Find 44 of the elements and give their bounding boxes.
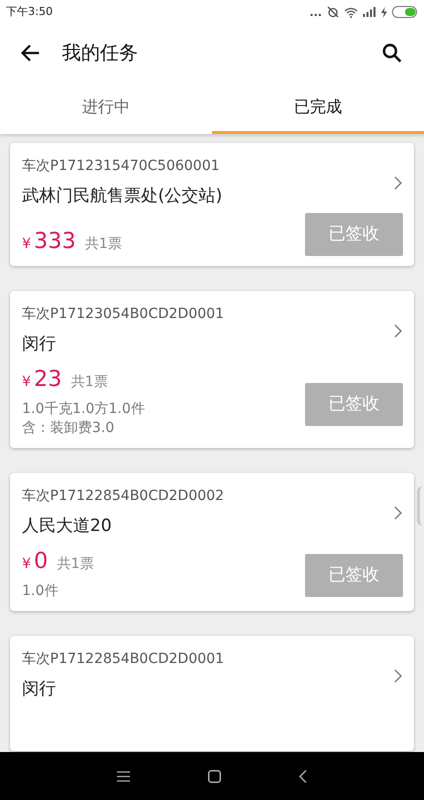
- search-icon[interactable]: [382, 43, 402, 63]
- page-title: 我的任务: [62, 40, 139, 66]
- destination-name: 闵行: [22, 333, 57, 356]
- destination-name: 人民大道20: [22, 515, 113, 538]
- trip-number: 车次P17122854B0CD2D0001: [22, 650, 226, 669]
- currency-symbol: ¥: [22, 555, 31, 574]
- ticket-count: 共1票: [56, 555, 94, 574]
- cargo-detail: 1.0千克1.0方1.0件: [22, 400, 146, 419]
- alarm-off-icon: [327, 6, 339, 18]
- tab[interactable]: 进行中: [0, 82, 212, 134]
- currency-symbol: ¥: [22, 235, 31, 254]
- destination-name: 武林门民航售票处(公交站): [22, 185, 224, 208]
- back-arrow-icon[interactable]: [20, 44, 40, 62]
- ticket-count: 共1票: [70, 373, 108, 392]
- trip-number: 车次P17122854B0CD2D0002: [22, 487, 226, 506]
- menu-icon[interactable]: [117, 770, 130, 782]
- battery-icon: [392, 6, 418, 18]
- signal-icon: [363, 7, 376, 17]
- task-card[interactable]: 车次P17123054B0CD2D0001 闵行 ¥23 共1票 1.0千克1.0方1.0件 含：装卸费3.0 已签收: [10, 291, 414, 448]
- scroll-indicator: [417, 486, 423, 526]
- currency-symbol: ¥: [22, 373, 31, 392]
- status-time: 下午3:50: [6, 4, 53, 20]
- chevron-right-icon: [394, 669, 402, 683]
- tab[interactable]: 已完成: [212, 82, 424, 134]
- charging-icon: [381, 6, 387, 18]
- wifi-icon: [344, 6, 358, 18]
- trip-number: 车次P1712315470C5060001: [22, 157, 221, 176]
- cargo-detail: 含：装卸费3.0: [22, 419, 116, 438]
- ticket-count: 共1票: [84, 235, 122, 254]
- task-card[interactable]: 车次P17122854B0CD2D0001 闵行: [10, 636, 414, 751]
- back-chevron-icon[interactable]: [299, 770, 307, 782]
- price-amount: 333: [34, 228, 76, 256]
- price-amount: 23: [34, 366, 62, 394]
- task-card[interactable]: 车次P17122854B0CD2D0002 人民大道20 ¥0 共1票 1.0件 已签收: [10, 473, 414, 611]
- task-card[interactable]: 车次P1712315470C5060001 武林门民航售票处(公交站) ¥333 共1票 已签收: [10, 143, 414, 266]
- more-indicator: ...: [309, 6, 322, 18]
- price-amount: 0: [34, 548, 48, 576]
- chevron-right-icon: [394, 176, 402, 190]
- cargo-detail: 1.0件: [22, 582, 60, 601]
- trip-number: 车次P17123054B0CD2D0001: [22, 305, 226, 324]
- chevron-right-icon: [394, 506, 402, 520]
- destination-name: 闵行: [22, 678, 57, 701]
- home-square-icon[interactable]: [208, 770, 221, 782]
- chevron-right-icon: [394, 324, 402, 338]
